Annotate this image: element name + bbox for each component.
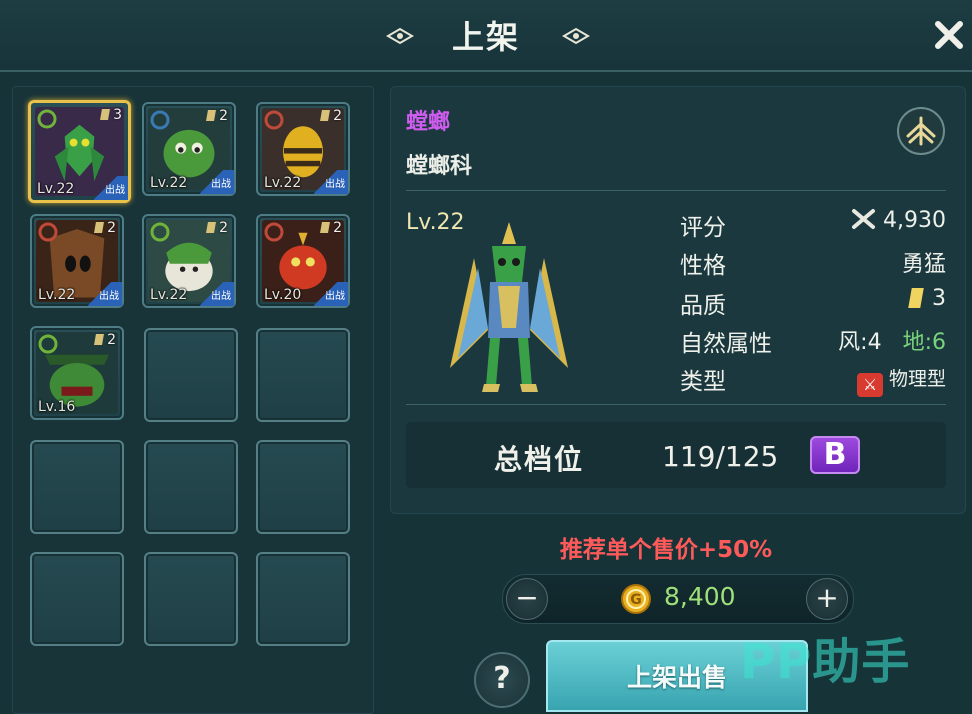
pet-family: 螳螂科 bbox=[406, 154, 473, 179]
empty-slot[interactable] bbox=[30, 552, 124, 646]
attribute-label: 自然属性 bbox=[680, 331, 772, 357]
deployed-badge: 出战 bbox=[200, 170, 234, 194]
attribute-values: 风:4 地:6 bbox=[838, 324, 946, 356]
quality-value-group: 3 bbox=[908, 286, 946, 311]
quality-value: 2 bbox=[107, 220, 116, 236]
quality-icon bbox=[320, 222, 331, 233]
quality-value: 3 bbox=[932, 286, 946, 311]
quality-icon bbox=[206, 222, 217, 233]
svg-text:G: G bbox=[630, 592, 642, 608]
pet-slot-fire[interactable]: 2 出战 Lv.20 bbox=[256, 214, 350, 308]
quality-label: 品质 bbox=[680, 293, 726, 319]
gold-coin-icon: G bbox=[621, 584, 651, 614]
ornament-right-icon bbox=[562, 27, 590, 45]
header-bar: 上架 bbox=[0, 0, 972, 72]
empty-slot[interactable] bbox=[144, 440, 238, 534]
quality-icon bbox=[100, 109, 111, 120]
slot-level: Lv.22 bbox=[264, 175, 302, 191]
grade-badge: B bbox=[810, 436, 860, 474]
deployed-badge: 出战 bbox=[94, 176, 128, 200]
slot-level: Lv.22 bbox=[150, 175, 188, 191]
price-value[interactable]: 8,400 bbox=[664, 582, 736, 611]
decrease-price-button[interactable]: − bbox=[506, 578, 548, 620]
sell-button-label: 上架出售 bbox=[626, 663, 727, 692]
attribute-ring-icon bbox=[150, 110, 170, 130]
type-label: 类型 bbox=[680, 369, 726, 395]
empty-slot[interactable] bbox=[256, 440, 350, 534]
nature-value: 勇猛 bbox=[901, 252, 946, 277]
nature-label: 性格 bbox=[680, 253, 726, 279]
pet-name: 螳螂 bbox=[406, 110, 451, 135]
slot-level: Lv.22 bbox=[38, 287, 76, 303]
mantis-model-icon bbox=[450, 222, 568, 392]
pet-slot-mantis[interactable]: 3 出战 Lv.22 bbox=[28, 100, 131, 203]
grade-label: 总档位 bbox=[494, 443, 585, 476]
pet-slot-goblin[interactable]: 2 Lv.16 bbox=[30, 326, 124, 420]
earth-attribute: 地:6 bbox=[902, 330, 946, 355]
type-value-group: ⚔ 物理型 bbox=[856, 364, 946, 397]
divider bbox=[406, 190, 946, 191]
attribute-ring-icon bbox=[264, 222, 284, 242]
slot-level: Lv.20 bbox=[264, 287, 302, 303]
page-title: 上架 bbox=[451, 18, 520, 56]
crossed-swords-icon bbox=[852, 209, 876, 229]
mantis-family-icon[interactable] bbox=[896, 106, 946, 156]
divider bbox=[406, 404, 946, 405]
quality-value: 2 bbox=[333, 220, 342, 236]
score-value: 4,930 bbox=[883, 208, 946, 233]
slot-level: Lv.22 bbox=[150, 287, 188, 303]
attribute-ring-icon bbox=[38, 222, 58, 242]
score-label: 评分 bbox=[680, 215, 726, 241]
empty-slot[interactable] bbox=[144, 328, 238, 422]
empty-slot[interactable] bbox=[256, 552, 350, 646]
quality-icon bbox=[206, 110, 217, 121]
attribute-ring-icon bbox=[38, 334, 58, 354]
quality-value: 2 bbox=[333, 108, 342, 124]
pet-slot-sprout[interactable]: 2 出战 Lv.22 bbox=[142, 214, 236, 308]
empty-slot[interactable] bbox=[144, 552, 238, 646]
empty-slot[interactable] bbox=[256, 328, 350, 422]
close-icon[interactable] bbox=[930, 16, 968, 54]
quality-icon bbox=[94, 222, 105, 233]
quality-value: 2 bbox=[219, 108, 228, 124]
deployed-badge: 出战 bbox=[200, 282, 234, 306]
quality-icon bbox=[320, 110, 331, 121]
recommend-price-text: 推荐单个售价+50% bbox=[559, 537, 773, 563]
empty-slot[interactable] bbox=[30, 440, 124, 534]
quality-value: 2 bbox=[219, 220, 228, 236]
physical-type-icon: ⚔ bbox=[856, 373, 883, 397]
pet-slot-tree[interactable]: 2 出战 Lv.22 bbox=[30, 214, 124, 308]
pet-slot-frog[interactable]: 2 出战 Lv.22 bbox=[142, 102, 236, 196]
watermark-text: PP助手 bbox=[740, 634, 911, 690]
quality-icon bbox=[94, 334, 105, 345]
quality-card-icon bbox=[908, 288, 924, 308]
slot-level: Lv.22 bbox=[37, 181, 75, 197]
wind-attribute: 风:4 bbox=[838, 330, 882, 355]
slot-level: Lv.16 bbox=[38, 399, 76, 415]
attribute-ring-icon bbox=[150, 222, 170, 242]
attribute-ring-icon bbox=[264, 110, 284, 130]
deployed-badge: 出战 bbox=[88, 282, 122, 306]
score-value-group: 4,930 bbox=[851, 208, 946, 233]
type-value: 物理型 bbox=[888, 368, 946, 390]
help-button[interactable]: ? bbox=[474, 652, 530, 708]
deployed-badge: 出战 bbox=[314, 170, 348, 194]
quality-value: 3 bbox=[113, 107, 122, 123]
pet-slot-bee[interactable]: 2 出战 Lv.22 bbox=[256, 102, 350, 196]
deployed-badge: 出战 bbox=[314, 282, 348, 306]
quality-value: 2 bbox=[107, 332, 116, 348]
attribute-ring-icon bbox=[37, 109, 57, 129]
increase-price-button[interactable]: + bbox=[806, 578, 848, 620]
grade-value: 119/125 bbox=[662, 440, 779, 473]
